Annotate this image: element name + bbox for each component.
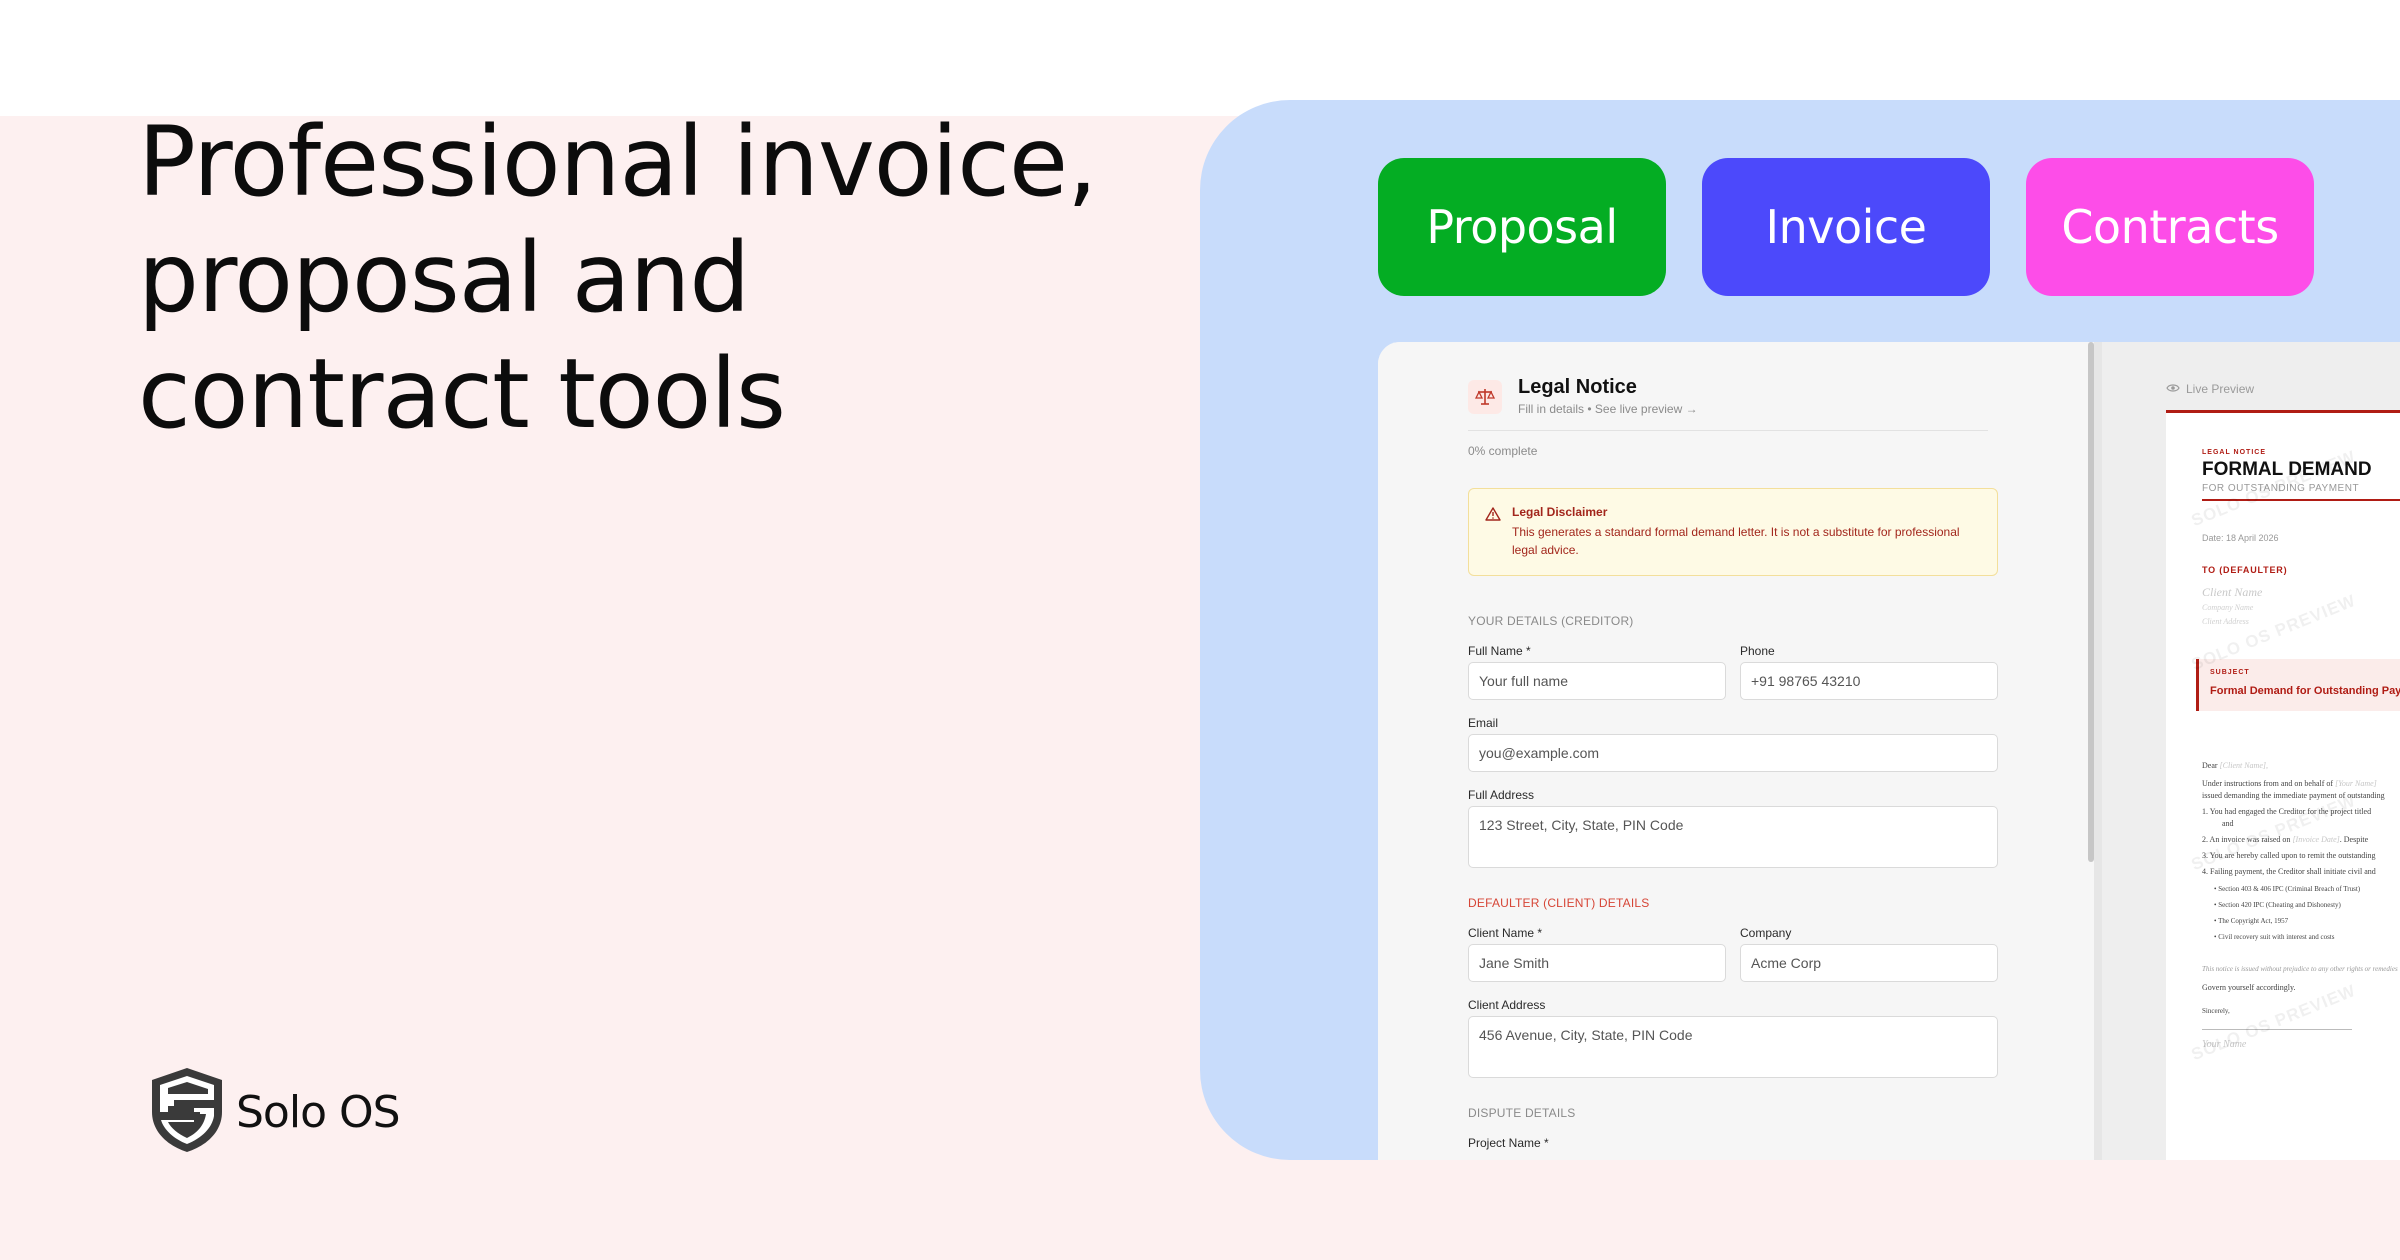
doc-para1-b: [Your Name] xyxy=(2335,779,2377,788)
address-label: Full Address xyxy=(1468,788,1535,802)
document-preview: LEGAL NOTICE FORMAL DEMAND FOR OUTSTANDI… xyxy=(2166,410,2400,1160)
doc-date: Date: 18 April 2026 xyxy=(2202,533,2279,543)
phone-input[interactable]: +91 98765 43210 xyxy=(1740,662,1998,700)
warning-icon xyxy=(1485,507,1501,526)
company-input[interactable]: Acme Corp xyxy=(1740,944,1998,982)
doc-bullet-3: • The Copyright Act, 1957 xyxy=(2214,917,2289,925)
progress-text: 0% complete xyxy=(1468,444,1538,458)
doc-bullet-2: • Section 420 IPC (Cheating and Dishones… xyxy=(2214,901,2341,909)
doc-item-1b: and xyxy=(2222,819,2234,828)
project-name-label: Project Name * xyxy=(1468,1136,1549,1150)
section-defaulter: DEFAULTER (CLIENT) DETAILS xyxy=(1468,896,1650,910)
form-subtitle[interactable]: Fill in details • See live preview → xyxy=(1518,402,1698,416)
headline-line-2: proposal and xyxy=(138,222,750,334)
doc-bullet-1: • Section 403 & 406 IPC (Criminal Breach… xyxy=(2214,885,2361,893)
watermark: SOLO OS PREVIEW xyxy=(2188,980,2359,1065)
client-name-label: Client Name * xyxy=(1468,926,1543,940)
invoice-button[interactable]: Invoice xyxy=(1702,158,1990,296)
section-creditor: YOUR DETAILS (CREDITOR) xyxy=(1468,614,1634,628)
proposal-button[interactable]: Proposal xyxy=(1378,158,1666,296)
doc-item-4: 4. Failing payment, the Creditor shall i… xyxy=(2202,867,2376,876)
product-showcase: Proposal Invoice Contracts Legal Notice … xyxy=(1200,100,2400,1160)
doc-subject-text: Formal Demand for Outstanding Payment xyxy=(2210,685,2400,697)
shield-s-icon xyxy=(150,1066,224,1159)
brand-logo: Solo OS xyxy=(150,1066,401,1159)
form-pane: Legal Notice Fill in details • See live … xyxy=(1378,342,2088,1160)
full-name-input[interactable]: Your full name xyxy=(1468,662,1726,700)
phone-label: Phone xyxy=(1740,644,1775,658)
disclaimer-text: This generates a standard formal demand … xyxy=(1512,525,1960,557)
preview-pane: Live Preview LEGAL NOTICE FORMAL DEMAND … xyxy=(2102,342,2400,1160)
watermark: SOLO OS PREVIEW xyxy=(2188,790,2359,875)
disclaimer-title: Legal Disclaimer xyxy=(1512,505,1608,519)
company-label: Company xyxy=(1740,926,1792,940)
email-label: Email xyxy=(1468,716,1499,730)
doc-dear: Dear xyxy=(2202,761,2218,770)
section-dispute: DISPUTE DETAILS xyxy=(1468,1106,1576,1120)
doc-to-heading: TO (DEFAULTER) xyxy=(2202,565,2288,575)
brand-name: Solo OS xyxy=(236,1087,401,1138)
client-address-label: Client Address xyxy=(1468,998,1546,1012)
doc-govern: Govern yourself accordingly. xyxy=(2202,983,2296,992)
doc-dear-name: [Client Name], xyxy=(2219,761,2268,770)
live-preview-header: Live Preview xyxy=(2166,382,2254,396)
doc-para1-a: Under instructions from and on behalf of xyxy=(2202,779,2334,788)
headline-line-1: Professional invoice, xyxy=(138,106,1098,218)
pane-divider[interactable] xyxy=(2094,342,2102,1160)
full-name-label: Full Name * xyxy=(1468,644,1531,658)
client-name-input[interactable]: Jane Smith xyxy=(1468,944,1726,982)
doc-sincerely: Sincerely, xyxy=(2202,1007,2230,1015)
legal-disclaimer-alert: Legal Disclaimer This generates a standa… xyxy=(1468,488,1998,576)
doc-item-2b: [Invoice Date] xyxy=(2292,835,2340,844)
header-divider xyxy=(1468,430,1988,431)
address-textarea[interactable]: 123 Street, City, State, PIN Code xyxy=(1468,806,1998,868)
scales-icon xyxy=(1468,380,1502,414)
live-preview-label: Live Preview xyxy=(2186,382,2255,396)
doc-para1: Under instructions from and on behalf of… xyxy=(2202,779,2377,788)
eye-icon xyxy=(2166,382,2180,396)
client-address-textarea[interactable]: 456 Avenue, City, State, PIN Code xyxy=(1468,1016,1998,1078)
doc-client-name: Client Name xyxy=(2202,585,2263,599)
doc-salutation: Dear [Client Name], xyxy=(2202,761,2268,770)
doc-eyebrow: LEGAL NOTICE xyxy=(2202,449,2266,456)
doc-subject-label: SUBJECT xyxy=(2210,669,2250,676)
doc-item-2c: . Despite xyxy=(2339,835,2369,844)
doc-para1-c: issued demanding the immediate payment o… xyxy=(2202,791,2385,800)
doc-without-prejudice: This notice is issued without prejudice … xyxy=(2202,965,2398,973)
email-input[interactable]: you@example.com xyxy=(1468,734,1998,772)
doc-company-name: Company Name xyxy=(2202,603,2254,612)
doc-client-address: Client Address xyxy=(2202,617,2249,626)
hero-headline: Professional invoice, proposal and contr… xyxy=(138,104,1158,452)
form-title: Legal Notice xyxy=(1518,376,1637,398)
app-window: Legal Notice Fill in details • See live … xyxy=(1378,342,2400,1160)
doc-bullet-4: • Civil recovery suit with interest and … xyxy=(2214,933,2335,941)
contracts-button[interactable]: Contracts xyxy=(2026,158,2314,296)
headline-line-3: contract tools xyxy=(138,338,786,450)
